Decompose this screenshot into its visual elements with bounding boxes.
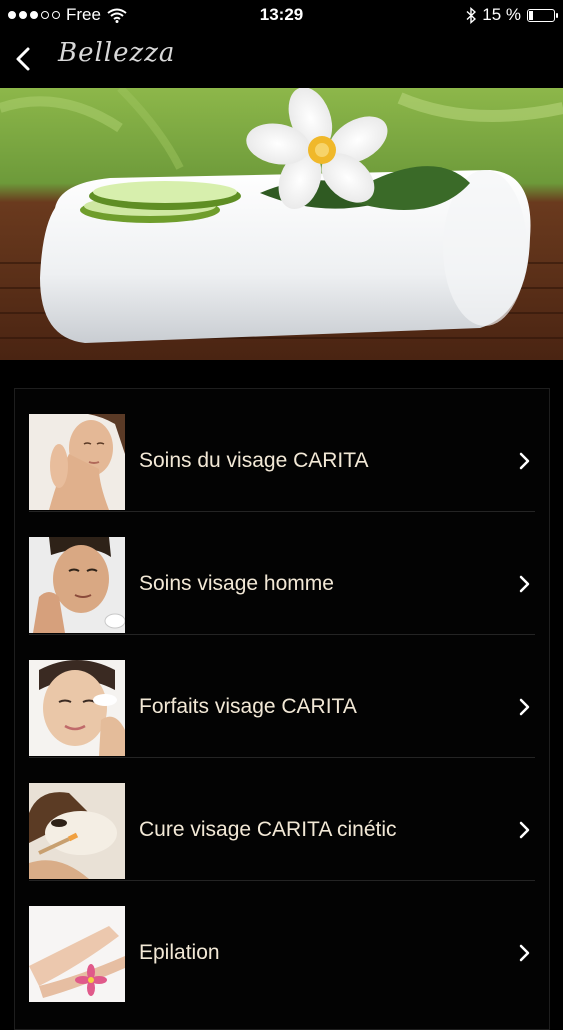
thumbnail-legs-flower [29, 906, 125, 1002]
list-item-label: Forfaits visage CARITA [139, 695, 357, 718]
hero-spa-image [0, 88, 563, 360]
list-item-soins-visage-homme[interactable]: Soins visage homme [15, 512, 549, 635]
brand-logo: Bellezza [58, 38, 176, 68]
spa-towel-illustration [0, 88, 563, 360]
list-item-soins-visage-carita[interactable]: Soins du visage CARITA [15, 389, 549, 512]
thumbnail-woman-cream [29, 660, 125, 756]
chevron-right-icon [519, 821, 530, 839]
status-bar: Free 13:29 15 % [0, 0, 563, 30]
list-item-epilation[interactable]: Epilation [15, 881, 549, 1004]
list-item-label: Epilation [139, 941, 220, 964]
thumbnail-face-mask [29, 783, 125, 879]
battery-icon [527, 8, 558, 22]
list-item-label: Cure visage CARITA cinétic [139, 818, 397, 841]
nav-bar: Bellezza [0, 30, 563, 88]
battery-percent: 15 % [482, 5, 521, 24]
back-chevron-icon[interactable] [8, 42, 38, 76]
list-item-label: Soins du visage CARITA [139, 449, 369, 472]
list-item-label: Soins visage homme [139, 572, 334, 595]
bluetooth-icon [466, 6, 477, 24]
status-right: 15 % [466, 5, 558, 25]
chevron-right-icon [519, 944, 530, 962]
chevron-right-icon [519, 575, 530, 593]
service-list: Soins du visage CARITA Soins visage homm… [14, 388, 550, 1030]
chevron-right-icon [519, 452, 530, 470]
list-item-forfaits-visage-carita[interactable]: Forfaits visage CARITA [15, 635, 549, 758]
list-item-cure-visage-carita-cinetic[interactable]: Cure visage CARITA cinétic [15, 758, 549, 881]
thumbnail-man-face [29, 537, 125, 633]
battery-level [529, 10, 533, 20]
thumbnail-woman-face [29, 414, 125, 510]
chevron-right-icon [519, 698, 530, 716]
